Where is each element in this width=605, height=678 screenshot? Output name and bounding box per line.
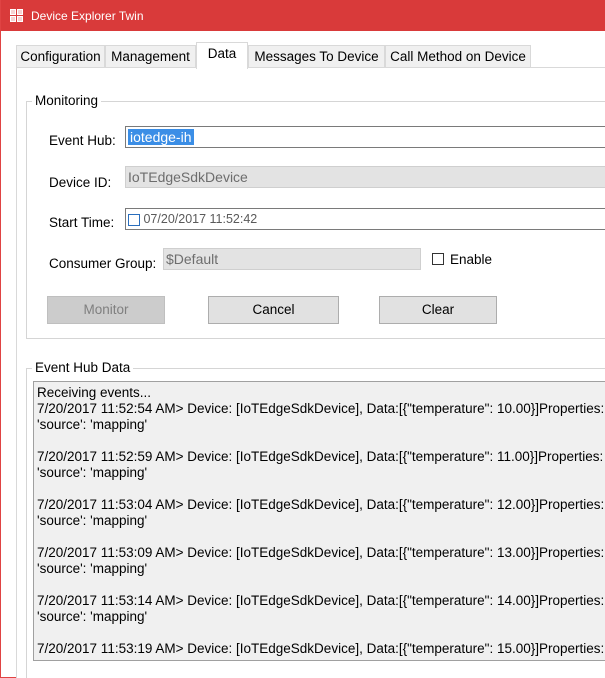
log-header: Receiving events...: [37, 385, 152, 400]
device-id-label: Device ID:: [49, 175, 112, 190]
monitoring-group-label: Monitoring: [32, 93, 102, 108]
app-icon: [10, 8, 24, 23]
log-entry: 7/20/2017 11:53:04 AM> Device: [IoTEdgeS…: [37, 497, 605, 528]
enable-checkbox[interactable]: [432, 253, 444, 265]
tab-management[interactable]: Management: [105, 45, 196, 68]
consumer-group-label: Consumer Group:: [49, 256, 157, 271]
start-time-checkbox[interactable]: [128, 213, 140, 226]
clear-button[interactable]: Clear: [379, 296, 497, 324]
event-hub-data-group-label: Event Hub Data: [32, 360, 134, 375]
event-log-textbox[interactable]: Receiving events... 7/20/2017 11:52:54 A…: [33, 381, 605, 661]
enable-label: Enable: [450, 252, 493, 267]
tab-strip: Configuration Management Data Messages T…: [16, 42, 605, 69]
event-hub-value: iotedge-ih: [128, 129, 194, 145]
start-time-picker[interactable]: 07/20/2017 11:52:42: [125, 208, 605, 230]
event-hub-label: Event Hub:: [49, 133, 116, 148]
log-entry: 7/20/2017 11:52:54 AM> Device: [IoTEdgeS…: [37, 401, 605, 432]
start-time-label: Start Time:: [49, 215, 115, 230]
log-entry: 7/20/2017 11:53:14 AM> Device: [IoTEdgeS…: [37, 593, 605, 624]
device-id-input: IoTEdgeSdkDevice: [125, 166, 605, 188]
event-hub-input[interactable]: iotedge-ih: [125, 126, 605, 148]
tab-page-data: Monitoring Event Hub: iotedge-ih Device …: [16, 67, 605, 678]
event-hub-data-group: Event Hub Data Receiving events... 7/20/…: [26, 360, 605, 678]
window-title: Device Explorer Twin: [31, 8, 144, 23]
log-entry: 7/20/2017 11:53:19 AM> Device: [IoTEdgeS…: [37, 641, 605, 656]
app-window: Device Explorer Twin Configuration Manag…: [0, 0, 605, 678]
tab-call-method-on-device[interactable]: Call Method on Device: [385, 45, 531, 68]
monitor-button[interactable]: Monitor: [47, 296, 165, 324]
monitoring-group: Monitoring Event Hub: iotedge-ih Device …: [26, 93, 605, 339]
start-time-value: 07/20/2017 11:52:42: [143, 212, 258, 226]
cancel-button[interactable]: Cancel: [208, 296, 339, 324]
title-bar[interactable]: Device Explorer Twin: [1, 0, 605, 31]
consumer-group-input: $Default: [163, 248, 421, 270]
log-entry: 7/20/2017 11:52:59 AM> Device: [IoTEdgeS…: [37, 449, 604, 480]
tab-configuration[interactable]: Configuration: [16, 45, 105, 68]
tab-messages-to-device[interactable]: Messages To Device: [248, 45, 385, 68]
log-entry: 7/20/2017 11:53:09 AM> Device: [IoTEdgeS…: [37, 545, 605, 576]
tab-data[interactable]: Data: [196, 42, 248, 69]
